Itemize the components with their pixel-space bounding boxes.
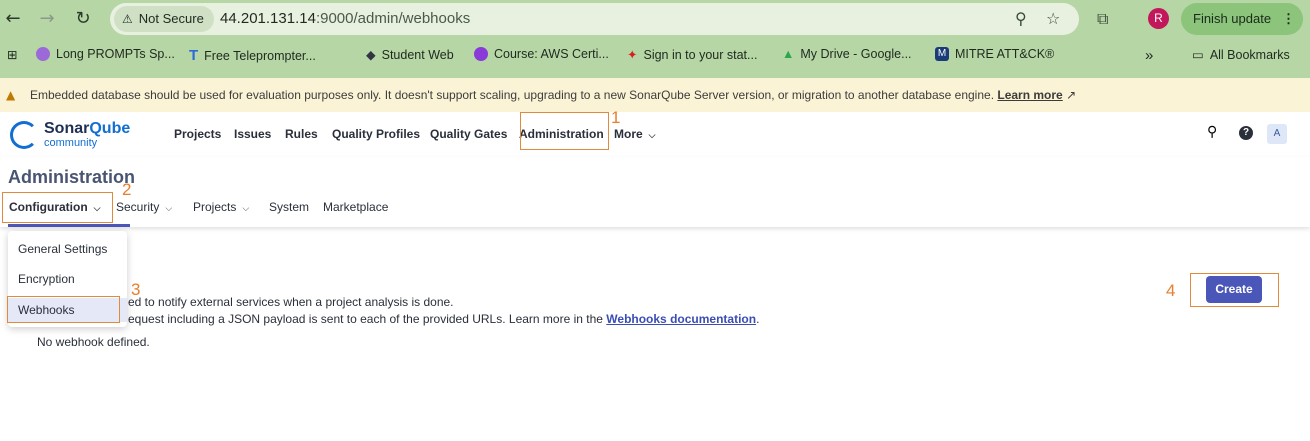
bookmark-label: My Drive - Google...: [800, 47, 912, 61]
folder-icon: ▭: [1192, 47, 1204, 62]
bookmark-item[interactable]: Long PROMPTs Sp...: [36, 47, 175, 61]
security-label: Not Secure: [138, 11, 204, 26]
description-text: equest including a JSON payload is sent …: [128, 312, 607, 326]
bookmark-label: Sign in to your stat...: [643, 47, 758, 62]
nav-quality-gates[interactable]: Quality Gates: [430, 127, 507, 141]
maple-leaf-icon: ✦: [627, 48, 638, 62]
bookmark-item[interactable]: T Free Teleprompter...: [189, 47, 316, 64]
bookmark-label: Long PROMPTs Sp...: [56, 47, 175, 61]
learn-more-link[interactable]: Learn more: [997, 88, 1062, 102]
create-webhook-button[interactable]: Create: [1206, 276, 1262, 303]
teleprompter-icon: T: [189, 47, 199, 64]
bookmark-label: Course: AWS Certi...: [494, 47, 609, 61]
page-title: Administration: [8, 167, 136, 187]
bookmark-favicon-icon: [36, 47, 50, 61]
annotation-box-administration: [520, 112, 609, 150]
subnav-security[interactable]: Security ⌵: [116, 200, 172, 214]
warning-icon: ▲: [6, 88, 16, 102]
more-bookmarks-icon[interactable]: »: [1145, 47, 1153, 64]
subnav-system[interactable]: System: [269, 200, 309, 214]
url-path: :9000/admin/webhooks: [315, 10, 471, 27]
annotation-number: 4: [1166, 281, 1176, 300]
url-host: 44.201.131.14: [220, 10, 316, 27]
annotation-box-webhooks: [7, 296, 120, 323]
annotation-number: 2: [122, 180, 132, 199]
description-line-1: ed to notify external services when a pr…: [128, 295, 454, 309]
logo-sonar: Sonar: [44, 120, 90, 137]
student-web-icon: ◆: [366, 48, 376, 62]
active-tab-indicator: [8, 224, 130, 227]
zoom-icon[interactable]: ⚲: [1015, 9, 1027, 28]
all-bookmarks[interactable]: ▭ All Bookmarks: [1192, 47, 1290, 62]
dropdown-item-encryption[interactable]: Encryption: [18, 272, 75, 286]
database-warning-banner: ▲ Embedded database should be used for e…: [0, 78, 1310, 112]
all-bookmarks-label: All Bookmarks: [1209, 47, 1290, 62]
bookmark-item[interactable]: ▲ My Drive - Google...: [782, 47, 912, 61]
subnav-marketplace[interactable]: Marketplace: [323, 200, 388, 214]
annotation-number: 3: [131, 280, 141, 299]
nav-rules[interactable]: Rules: [285, 127, 318, 141]
security-chip[interactable]: ⚠ Not Secure: [114, 6, 214, 32]
search-icon[interactable]: ⚲: [1207, 124, 1217, 140]
bookmark-label: Student Web: [381, 47, 454, 62]
apps-grid-icon[interactable]: ⊞: [7, 47, 17, 62]
subnav-projects[interactable]: Projects ⌵: [193, 200, 249, 214]
annotation-number: 1: [611, 108, 621, 127]
kebab-menu-icon: ⋮: [1282, 11, 1295, 26]
extensions-icon[interactable]: ⧉: [1097, 9, 1108, 29]
webhooks-documentation-link[interactable]: Webhooks documentation: [606, 312, 756, 326]
user-avatar[interactable]: A: [1267, 124, 1287, 144]
logo-edition: community: [44, 137, 98, 149]
sonarqube-logo[interactable]: SonarQube community: [10, 120, 140, 152]
google-drive-icon: ▲: [782, 47, 795, 61]
chevron-down-icon: ⌵: [165, 204, 173, 214]
bookmark-item[interactable]: Course: AWS Certi...: [474, 47, 609, 61]
external-link-icon: ↗: [1066, 88, 1077, 102]
subnav-label: Projects: [193, 200, 237, 214]
profile-avatar[interactable]: R: [1148, 8, 1169, 29]
mitre-icon: M: [935, 47, 949, 61]
bookmark-item[interactable]: ◆ Student Web: [366, 47, 454, 63]
finish-update-label: Finish update: [1193, 11, 1272, 26]
bookmark-item[interactable]: M MITRE ATT&CK®: [935, 47, 1054, 61]
banner-message: Embedded database should be used for eva…: [30, 88, 995, 102]
app-header: SonarQube community Projects Issues Rule…: [0, 112, 1310, 157]
description-line-2: equest including a JSON payload is sent …: [128, 312, 759, 326]
bookmark-item[interactable]: ✦ Sign in to your stat...: [627, 47, 758, 63]
nav-more[interactable]: More ⌵: [614, 127, 656, 141]
warning-icon: ⚠: [122, 12, 133, 26]
finish-update-button[interactable]: Finish update ⋮: [1181, 3, 1303, 35]
chevron-down-icon: ⌵: [648, 131, 656, 141]
empty-state-text: No webhook defined.: [37, 335, 150, 349]
nav-projects[interactable]: Projects: [174, 127, 221, 141]
admin-subheader: Administration Configuration ⌵ Security ⌵ …: [0, 157, 1310, 227]
annotation-box-configuration: [2, 192, 113, 223]
bookmark-label: Free Teleprompter...: [204, 48, 316, 63]
nav-quality-profiles[interactable]: Quality Profiles: [332, 127, 420, 141]
help-icon[interactable]: ?: [1239, 126, 1253, 140]
logo-mark-icon: [10, 121, 38, 149]
forward-icon[interactable]: →: [36, 8, 58, 30]
udemy-icon: [474, 47, 488, 61]
reload-icon[interactable]: ↻: [72, 8, 94, 30]
browser-chrome: ← → ↻ ⚠ Not Secure 44.201.131.14:9000/ad…: [0, 0, 1310, 78]
nav-more-label: More: [614, 127, 643, 141]
address-bar[interactable]: ⚠ Not Secure 44.201.131.14:9000/admin/we…: [110, 3, 1079, 35]
url-text[interactable]: 44.201.131.14:9000/admin/webhooks: [220, 10, 470, 27]
logo-qube: Qube: [89, 120, 131, 137]
bookmarks-bar: ⊞ Long PROMPTs Sp... T Free Teleprompter.…: [0, 43, 1310, 69]
description-suffix: .: [756, 312, 760, 326]
bookmark-label: MITRE ATT&CK®: [955, 47, 1055, 61]
dropdown-item-general-settings[interactable]: General Settings: [18, 242, 107, 256]
chevron-down-icon: ⌵: [242, 204, 250, 214]
nav-issues[interactable]: Issues: [234, 127, 271, 141]
subnav-label: Security: [116, 200, 160, 214]
bookmark-star-icon[interactable]: ☆: [1046, 9, 1060, 28]
logo-name: SonarQube: [44, 120, 130, 138]
back-icon[interactable]: ←: [2, 8, 24, 30]
